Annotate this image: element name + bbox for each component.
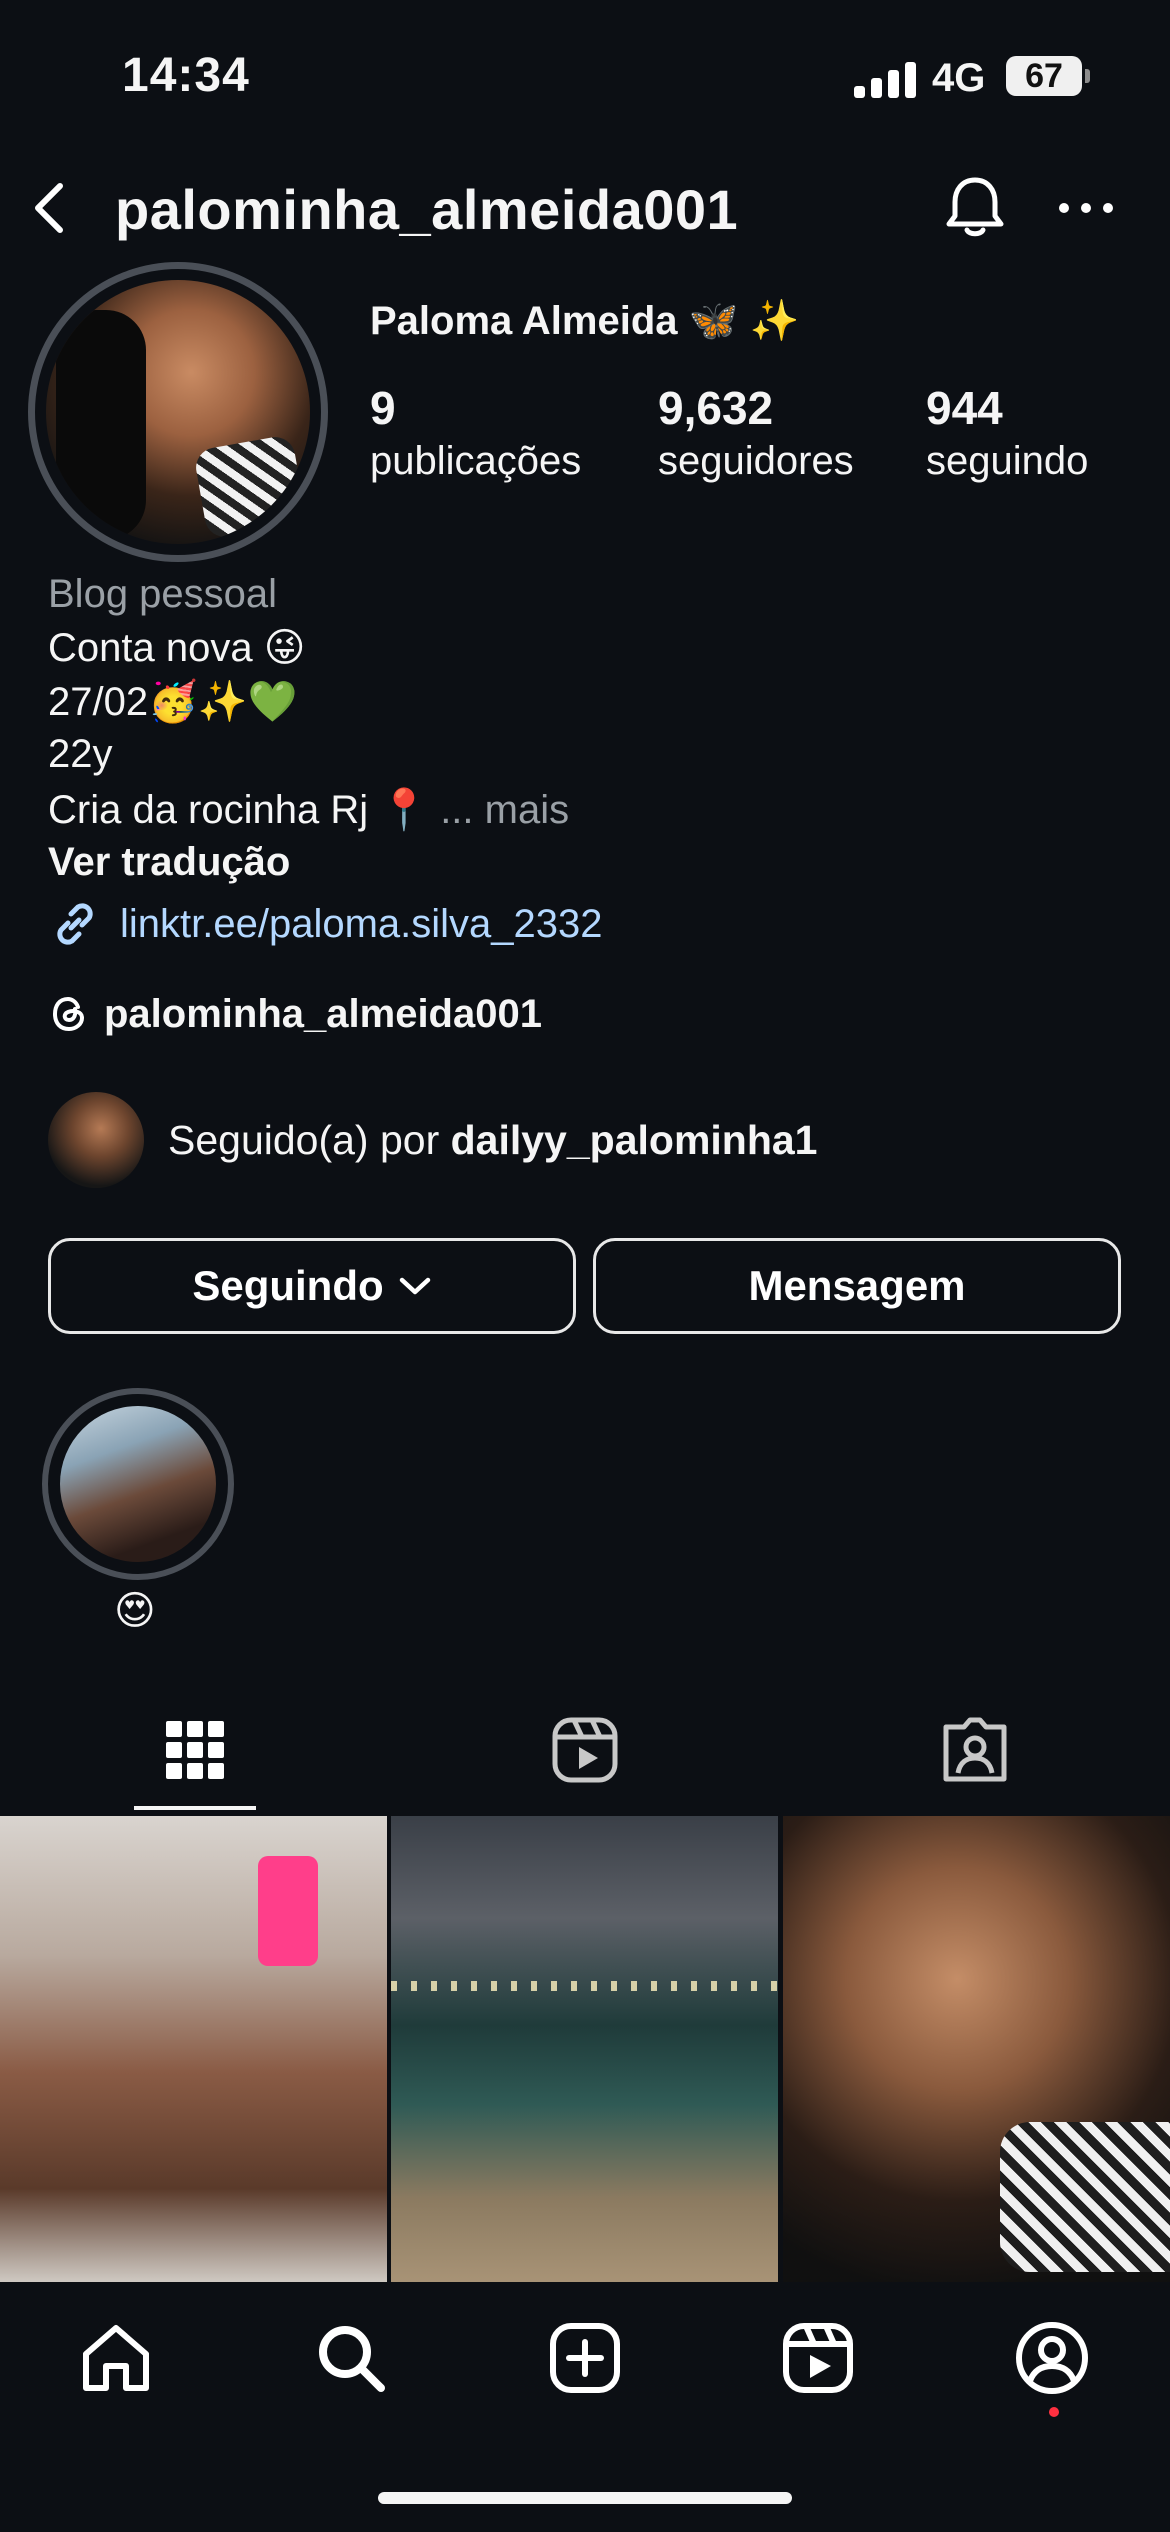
message-button[interactable]: Mensagem xyxy=(593,1238,1121,1334)
more-icon[interactable] xyxy=(1056,196,1116,220)
stat-followers-value: 9,632 xyxy=(658,382,774,434)
stat-followers[interactable]: 9,632 seguidores xyxy=(658,380,854,486)
following-button-label: Seguindo xyxy=(192,1262,384,1309)
followed-by-user[interactable]: dailyy_palominha1 xyxy=(451,1117,818,1163)
bio-line: 22y xyxy=(48,732,113,776)
followed-by-prefix: Seguido(a) por xyxy=(168,1116,451,1163)
bio-line-text: Cria da rocinha Rj 📍 xyxy=(48,788,430,832)
threads-handle: palominha_almeida001 xyxy=(104,991,542,1036)
stat-posts-label: publicações xyxy=(370,439,582,483)
stat-following-value: 944 xyxy=(926,382,1003,434)
profile-username: palominha_almeida001 xyxy=(115,178,739,241)
followed-by-text: Seguido(a) por dailyy_palominha1 xyxy=(168,1117,817,1164)
create-icon[interactable] xyxy=(547,2320,623,2396)
avatar[interactable] xyxy=(46,280,310,544)
threads-icon xyxy=(52,996,85,1032)
story-highlight-label: 😍 xyxy=(114,1589,156,1633)
bio-link[interactable]: linktr.ee/paloma.silva_2332 xyxy=(48,896,603,952)
search-icon[interactable] xyxy=(313,2320,389,2396)
bell-icon[interactable] xyxy=(940,172,1010,242)
link-icon xyxy=(57,903,93,945)
post-thumbnail[interactable] xyxy=(0,1816,387,2282)
stat-following[interactable]: 944 seguindo xyxy=(926,380,1088,486)
grid-icon[interactable] xyxy=(160,1715,230,1785)
stat-posts-value: 9 xyxy=(370,382,396,434)
post-thumbnail[interactable] xyxy=(783,1816,1170,2282)
bio-category: Blog pessoal xyxy=(48,572,278,616)
story-highlight-cover[interactable] xyxy=(60,1406,216,1562)
stat-following-label: seguindo xyxy=(926,439,1089,483)
battery-icon: 67 xyxy=(1006,56,1090,96)
home-indicator xyxy=(378,2492,792,2504)
stat-followers-label: seguidores xyxy=(658,439,854,483)
display-name: Paloma Almeida 🦋 ✨ xyxy=(370,299,800,343)
back-icon[interactable] xyxy=(24,180,80,236)
profile-icon[interactable] xyxy=(1014,2320,1090,2396)
bio-line: Conta nova 😜 xyxy=(48,626,306,670)
following-button[interactable]: Seguindo xyxy=(48,1238,576,1334)
reels-tab-icon[interactable] xyxy=(550,1715,620,1785)
chevron-down-icon xyxy=(399,1277,430,1295)
post-thumbnail[interactable] xyxy=(391,1816,778,2282)
bio-line-last: Cria da rocinha Rj 📍 ... mais xyxy=(48,786,569,833)
message-button-label: Mensagem xyxy=(748,1262,966,1309)
status-time: 14:34 xyxy=(122,49,250,102)
follower-avatar xyxy=(48,1092,144,1188)
notification-dot xyxy=(1049,2407,1059,2417)
bio-more-link[interactable]: ... mais xyxy=(440,788,569,832)
active-tab-indicator xyxy=(134,1806,256,1810)
tagged-icon[interactable] xyxy=(940,1715,1010,1785)
network-label: 4G xyxy=(932,56,986,100)
followed-by[interactable]: Seguido(a) por dailyy_palominha1 xyxy=(48,1092,817,1188)
home-icon[interactable] xyxy=(78,2320,154,2396)
link-text[interactable]: linktr.ee/paloma.silva_2332 xyxy=(120,902,603,947)
translate-link[interactable]: Ver tradução xyxy=(48,840,290,885)
signal-icon xyxy=(854,62,916,98)
threads-badge[interactable]: palominha_almeida001 xyxy=(48,986,542,1042)
bio-line: 27/02🥳✨💚 xyxy=(48,680,298,724)
stat-posts[interactable]: 9 publicações xyxy=(370,380,581,486)
reels-icon[interactable] xyxy=(780,2320,856,2396)
